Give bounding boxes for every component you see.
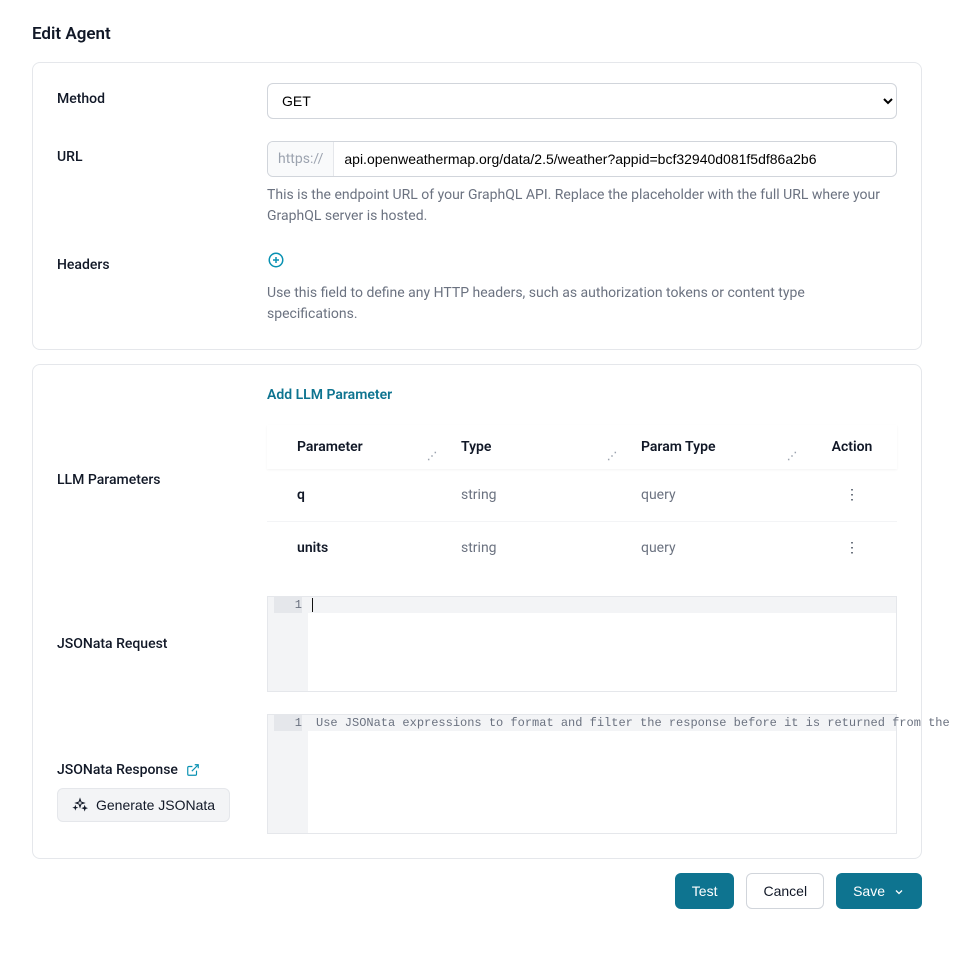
- col-parameter[interactable]: Parameter: [297, 439, 363, 455]
- sort-icon: ⋰: [607, 454, 617, 460]
- headers-help: Use this field to define any HTTP header…: [267, 283, 897, 325]
- config-panel-basic: Method GET URL https:// This is the endp…: [32, 62, 922, 350]
- jsonata-request-label: JSONata Request: [57, 636, 267, 652]
- jsonata-request-editor[interactable]: 1: [267, 596, 897, 692]
- footer-actions: Test Cancel Save: [32, 873, 922, 909]
- col-action: Action: [832, 439, 873, 455]
- line-number: 1: [274, 597, 302, 613]
- chevron-down-icon: [893, 885, 905, 897]
- cell-ptype: query: [627, 522, 807, 575]
- cell-param: units: [267, 522, 447, 575]
- llm-params-table: Parameter ⋰ Type ⋰ Param Type ⋰ Action: [267, 425, 897, 574]
- method-label: Method: [57, 83, 267, 107]
- url-input-group: https://: [267, 141, 897, 177]
- col-param-type[interactable]: Param Type: [641, 439, 715, 455]
- url-help: This is the endpoint URL of your GraphQL…: [267, 185, 897, 227]
- sort-icon: ⋰: [787, 454, 797, 460]
- col-type[interactable]: Type: [461, 439, 491, 455]
- sort-icon: ⋰: [427, 454, 437, 460]
- generate-jsonata-button[interactable]: Generate JSONata: [57, 788, 230, 822]
- test-button[interactable]: Test: [675, 873, 735, 909]
- jsonata-response-placeholder: Use JSONata expressions to format and fi…: [316, 715, 954, 731]
- generate-jsonata-label: Generate JSONata: [96, 797, 215, 813]
- save-button[interactable]: Save: [836, 873, 922, 909]
- cell-ptype: query: [627, 469, 807, 522]
- cell-type: string: [447, 469, 627, 522]
- url-label: URL: [57, 141, 267, 165]
- add-header-icon[interactable]: [267, 251, 285, 269]
- config-panel-advanced: LLM Parameters Add LLM Parameter Paramet…: [32, 364, 922, 859]
- jsonata-response-editor[interactable]: 1 Use JSONata expressions to format and …: [267, 714, 897, 834]
- page-title: Edit Agent: [32, 24, 922, 44]
- external-link-icon[interactable]: [186, 763, 200, 777]
- jsonata-response-label: JSONata Response: [57, 762, 178, 778]
- row-actions-menu[interactable]: ⋮: [807, 522, 897, 575]
- cancel-button[interactable]: Cancel: [746, 873, 824, 909]
- llm-params-label: LLM Parameters: [57, 472, 267, 488]
- save-button-label: Save: [853, 883, 885, 899]
- cell-type: string: [447, 522, 627, 575]
- table-row: units string query ⋮: [267, 522, 897, 575]
- row-actions-menu[interactable]: ⋮: [807, 469, 897, 522]
- url-prefix: https://: [268, 142, 334, 176]
- cell-param: q: [267, 469, 447, 522]
- headers-label: Headers: [57, 249, 267, 273]
- sparkle-icon: [72, 797, 88, 813]
- url-input[interactable]: [334, 142, 896, 176]
- method-select[interactable]: GET: [267, 83, 897, 119]
- table-row: q string query ⋮: [267, 469, 897, 522]
- line-number: 1: [274, 715, 302, 731]
- add-llm-parameter-link[interactable]: Add LLM Parameter: [267, 387, 392, 403]
